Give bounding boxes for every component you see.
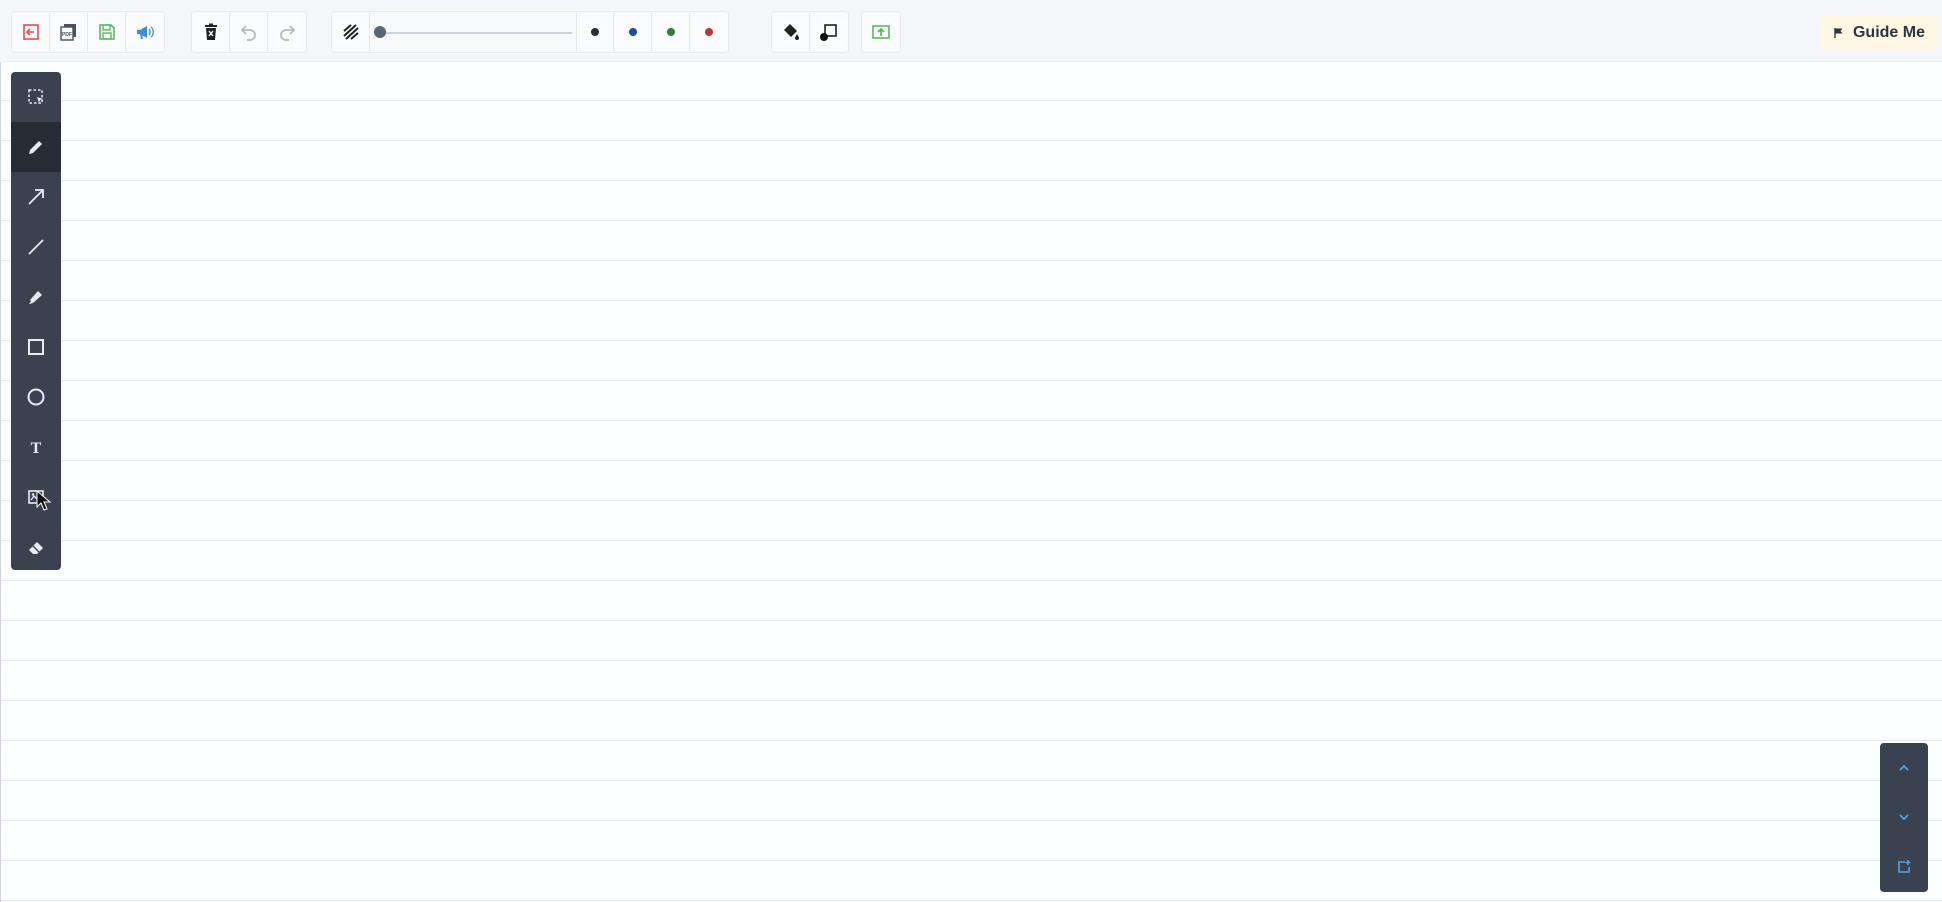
add-page-button[interactable] bbox=[1880, 844, 1928, 890]
color-black-button[interactable] bbox=[576, 13, 614, 51]
pdf-icon: PDF bbox=[59, 24, 76, 41]
top-toolbar: PDF Guide Me bbox=[0, 0, 1942, 62]
slider-track bbox=[378, 32, 572, 34]
announce-button[interactable] bbox=[126, 13, 164, 51]
tool-pen[interactable] bbox=[11, 122, 61, 172]
highlighter-icon bbox=[29, 291, 42, 304]
eraser-icon bbox=[29, 542, 43, 554]
stroke-width-slider[interactable] bbox=[370, 13, 576, 51]
edit-group bbox=[191, 11, 307, 53]
tool-line[interactable] bbox=[11, 222, 61, 272]
color-red-button[interactable] bbox=[690, 13, 728, 51]
undo-button[interactable] bbox=[230, 13, 268, 51]
fill-group bbox=[771, 11, 849, 53]
tool-rectangle[interactable] bbox=[11, 322, 61, 372]
tool-circle[interactable] bbox=[11, 372, 61, 422]
slider-handle[interactable] bbox=[374, 26, 386, 38]
stroke-width-icon bbox=[342, 24, 359, 40]
file-group: PDF bbox=[11, 11, 165, 53]
line-icon bbox=[28, 239, 44, 255]
rectangle-icon bbox=[28, 339, 44, 355]
flag-icon bbox=[1834, 28, 1843, 38]
upload-button[interactable] bbox=[862, 13, 900, 51]
color-swatch-black bbox=[591, 28, 599, 36]
page-down-button[interactable] bbox=[1880, 794, 1928, 840]
color-swatch-green bbox=[666, 28, 675, 36]
stroke-group bbox=[331, 11, 729, 53]
shape-fill-button[interactable] bbox=[810, 13, 848, 51]
add-page-icon bbox=[1898, 860, 1911, 873]
tool-select[interactable] bbox=[11, 72, 61, 122]
upload-icon bbox=[872, 25, 890, 39]
tool-text[interactable]: T bbox=[11, 422, 61, 472]
text-icon: T bbox=[31, 440, 42, 457]
stroke-width-button[interactable] bbox=[332, 13, 370, 51]
color-swatch-blue bbox=[628, 28, 637, 36]
redo-icon bbox=[280, 25, 296, 41]
select-icon bbox=[28, 89, 43, 104]
svg-text:PDF: PDF bbox=[62, 32, 72, 38]
tool-arrow[interactable] bbox=[11, 172, 61, 222]
color-swatch-red bbox=[705, 28, 713, 36]
tool-eraser[interactable] bbox=[11, 522, 61, 570]
export-pdf-button[interactable]: PDF bbox=[50, 13, 88, 51]
whiteboard-canvas[interactable] bbox=[0, 61, 1942, 902]
page-navigator bbox=[1880, 743, 1928, 892]
shape-fill-icon bbox=[820, 24, 837, 41]
page-up-icon bbox=[1899, 764, 1909, 771]
exit-icon bbox=[22, 24, 39, 40]
upload-group bbox=[861, 11, 901, 53]
fill-bucket-icon bbox=[783, 24, 799, 40]
page-down-icon bbox=[1899, 814, 1909, 821]
guide-me-button[interactable]: Guide Me bbox=[1820, 16, 1937, 50]
color-green-button[interactable] bbox=[652, 13, 690, 51]
mouse-cursor-icon bbox=[36, 490, 52, 511]
save-button[interactable] bbox=[88, 13, 126, 51]
tool-highlighter[interactable] bbox=[11, 272, 61, 322]
circle-icon bbox=[27, 388, 45, 406]
fill-color-button[interactable] bbox=[772, 13, 810, 51]
delete-icon bbox=[204, 23, 217, 40]
save-icon bbox=[98, 24, 115, 40]
undo-icon bbox=[240, 25, 256, 41]
color-blue-button[interactable] bbox=[614, 13, 652, 51]
svg-text:T: T bbox=[31, 440, 42, 457]
redo-button[interactable] bbox=[268, 13, 306, 51]
arrow-icon bbox=[28, 189, 44, 205]
guide-me-label: Guide Me bbox=[1852, 24, 1925, 41]
pen-icon bbox=[29, 141, 42, 154]
megaphone-icon bbox=[137, 26, 154, 39]
page-up-button[interactable] bbox=[1880, 745, 1928, 791]
delete-button[interactable] bbox=[192, 13, 230, 51]
exit-button[interactable] bbox=[12, 13, 50, 51]
